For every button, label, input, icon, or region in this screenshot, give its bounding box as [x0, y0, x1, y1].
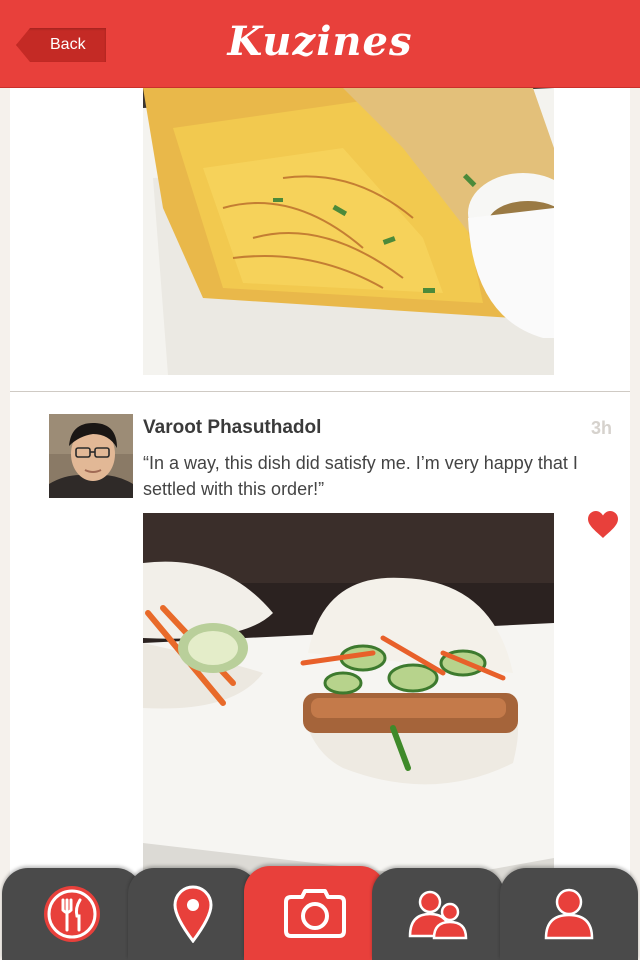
- profile-icon: [544, 888, 594, 940]
- post-photo-pancake[interactable]: [143, 88, 554, 375]
- avatar[interactable]: [49, 414, 133, 498]
- tab-profile[interactable]: [500, 868, 638, 960]
- like-heart-icon[interactable]: [587, 510, 619, 540]
- friends-icon: [408, 890, 468, 940]
- tab-dining[interactable]: [2, 868, 142, 960]
- camera-icon: [284, 889, 346, 938]
- tab-camera[interactable]: [244, 866, 386, 960]
- tab-location[interactable]: [128, 868, 258, 960]
- feed[interactable]: Varoot Phasuthadol 3h “In a way, this di…: [10, 88, 630, 960]
- location-pin-icon: [173, 885, 213, 943]
- post-divider: [10, 391, 630, 392]
- tab-friends[interactable]: [372, 868, 504, 960]
- post-comment: “In a way, this dish did satisfy me. I’m…: [143, 453, 578, 499]
- post-timestamp: 3h: [590, 418, 612, 438]
- dining-icon: [44, 886, 100, 942]
- author-name[interactable]: Varoot Phasuthadol: [143, 417, 321, 439]
- app-logo-title: Kuzines: [227, 18, 413, 65]
- app-header: Back Kuzines: [0, 0, 640, 88]
- bottom-tab-bar: [0, 866, 640, 960]
